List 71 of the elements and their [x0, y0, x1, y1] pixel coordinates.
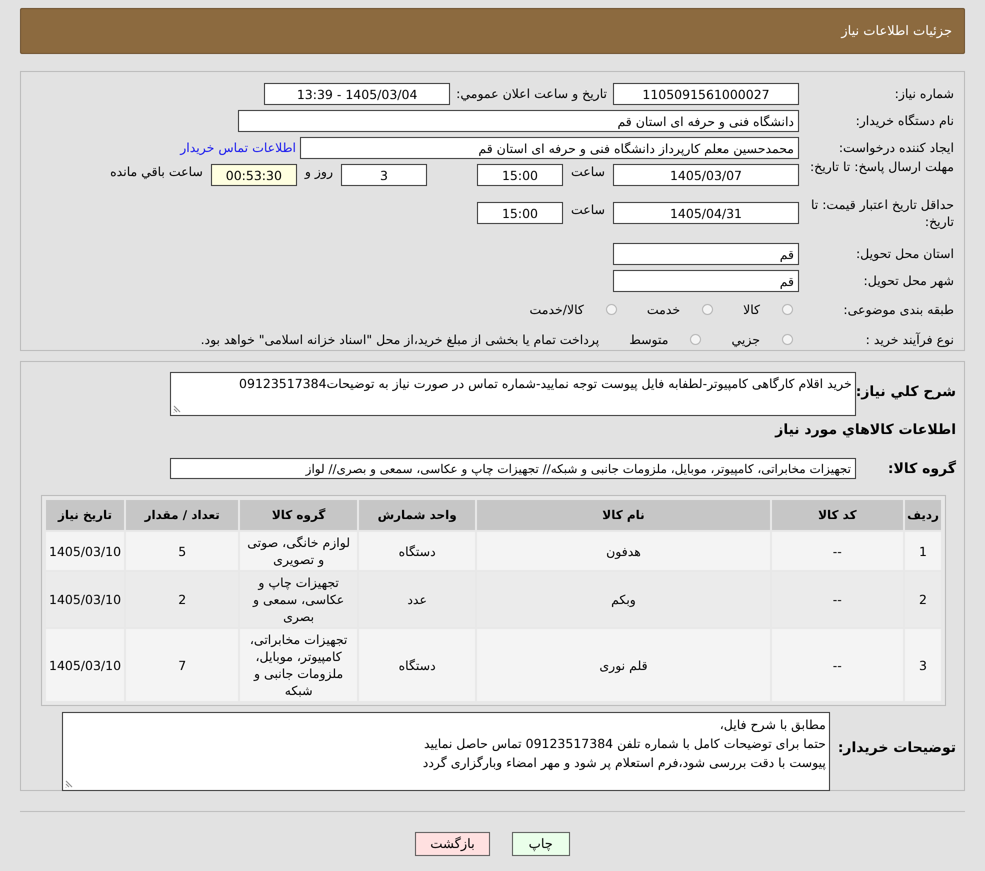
table-cell: 7 [126, 629, 238, 701]
field-label: نوع فرآیند خرید : [864, 332, 955, 346]
field-label: ساعت [570, 202, 606, 217]
payment-note: پرداخت تمام یا بخشی از مبلغ خرید،از محل "اسناد خزانه اسلامی" خواهد بود. [200, 332, 600, 346]
table-cell: -- [772, 532, 904, 570]
table-cell: -- [772, 629, 904, 701]
field-label: ایجاد کننده درخواست: [838, 140, 955, 155]
field-label: توضیحات خریدار: [838, 739, 957, 756]
column-header: نام کالا [477, 500, 770, 530]
column-header: تعداد / مقدار [126, 500, 238, 530]
field-label: شرح کلي نیاز: [856, 383, 957, 400]
table-cell: 5 [126, 532, 238, 570]
field-label: مهلت ارسال پاسخ: تا تاریخ: [808, 158, 955, 175]
text-field[interactable]: 1105091561000027 [613, 82, 799, 104]
field-label: حداقل تاریخ اعتبار قیمت: تا تاریخ: [810, 196, 955, 230]
table-cell: دستگاه [358, 532, 476, 570]
option-label: کالا/خدمت [529, 302, 584, 316]
radio-button[interactable] [702, 304, 714, 314]
field-label: ساعت [570, 164, 606, 179]
option-label: جزيي [731, 332, 760, 346]
text-field[interactable]: 3 [340, 164, 427, 186]
text-field[interactable]: قم [613, 270, 799, 292]
field-label: تاریخ و ساعت اعلان عمومي: [455, 86, 608, 101]
contact-link[interactable]: اطلاعات تماس خریدار [180, 140, 296, 155]
table-cell: لوازم خانگی، صوتی و تصویری [240, 532, 357, 570]
column-header: تاریخ نیاز [46, 500, 124, 530]
countdown-field[interactable]: 00:53:30 [210, 164, 297, 186]
back-button[interactable]: بازگشت [415, 832, 490, 856]
table-cell: دستگاه [358, 629, 476, 701]
description-field[interactable]: خرید اقلام کارگاهی کامپیوتر-لطفابه فایل پیوست توجه نمایید-شماره تماس در صورت نیاز به توضیحات09123517384 [170, 372, 856, 416]
text-field[interactable]: محمدحسین معلم کارپرداز دانشگاه فنی و حرفه ای استان قم [300, 136, 799, 158]
text-field[interactable]: 15:00 [476, 164, 563, 186]
text-field[interactable]: 1405/04/31 [613, 202, 799, 224]
table-cell: قلم نوری [477, 629, 770, 701]
table-cell: هدفون [477, 532, 770, 570]
radio-button[interactable] [782, 334, 793, 344]
column-header: ردیف [905, 500, 941, 530]
column-header: گروه کالا [240, 500, 357, 530]
option-label: خدمت [646, 302, 680, 316]
option-label: متوسط [629, 332, 668, 346]
table-cell: 3 [905, 629, 941, 701]
text-field[interactable]: تجهیزات مخابراتی، کامپیوتر، موبایل، ملزومات جانبی و شبکه// تجهیزات چاپ و عکاسی، سمعی و بصری// لواز [170, 458, 856, 479]
field-label: استان محل تحویل: [854, 246, 955, 261]
resize-grip-icon[interactable] [172, 405, 181, 413]
radio-button[interactable] [606, 304, 617, 314]
field-label: گروه کالا: [886, 460, 957, 476]
table-cell: تجهیزات مخابراتی، کامپیوتر، موبایل، ملزومات جانبی و شبکه [240, 629, 357, 701]
radio-button[interactable] [690, 334, 702, 344]
table-cell: 1405/03/10 [46, 532, 124, 570]
text-field[interactable]: 1405/03/04 - 13:39 [264, 82, 450, 104]
field-label: طبقه بندی موضوعی: [842, 302, 955, 316]
notes-field[interactable]: مطابق با شرح فایل، حتما برای توضیحات کامل با شماره تلفن 09123517384 تماس حاصل نمایید پیوست با دقت بررسی شود،فرم استعلام پر شود و مهر امضاء وبارگزاری گردد [62, 712, 830, 791]
option-label: کالا [743, 302, 760, 316]
text-field[interactable]: 1405/03/07 [613, 164, 799, 186]
text-field[interactable]: دانشگاه فنی و حرفه ای استان قم [238, 110, 799, 132]
table-cell: 1405/03/10 [46, 629, 124, 701]
print-button[interactable]: چاپ [512, 832, 570, 856]
column-header: کد کالا [772, 500, 904, 530]
section-title: اطلاعات کالاهاي مورد نیاز [774, 421, 957, 440]
field-label: شماره نیاز: [894, 86, 955, 101]
resize-grip-icon[interactable] [64, 780, 73, 788]
text-field[interactable]: 15:00 [476, 202, 563, 224]
table-cell: 1 [905, 532, 941, 570]
field-label: روز و [303, 164, 334, 179]
radio-button[interactable] [782, 304, 793, 314]
page-title: جزئیات اطلاعات نیاز [841, 24, 952, 38]
text-field[interactable]: قم [613, 242, 799, 264]
column-header: واحد شمارش [358, 500, 476, 530]
field-label: شهر محل تحویل: [862, 273, 955, 288]
field-label: نام دستگاه خریدار: [854, 113, 955, 128]
field-label: ساعت باقي مانده [109, 164, 204, 179]
